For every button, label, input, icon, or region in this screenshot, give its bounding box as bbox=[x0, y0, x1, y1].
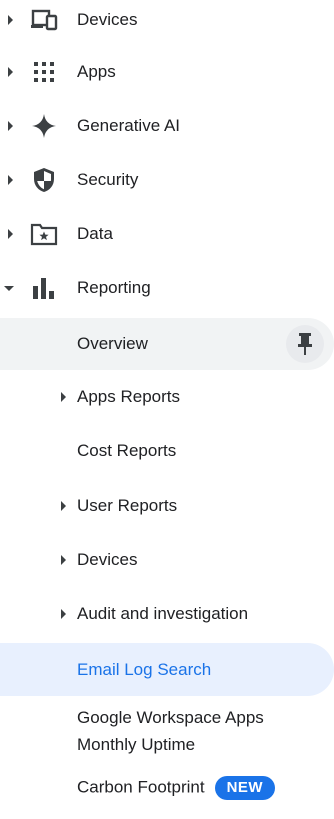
sparkle-icon bbox=[28, 110, 60, 142]
sub-item-audit-and-investigation[interactable]: Audit and investigation bbox=[0, 590, 334, 638]
admin-sidebar-nav: Devices Apps Generative AI Security Data… bbox=[0, 0, 334, 819]
apps-grid-icon bbox=[28, 56, 60, 88]
sub-item-label: Audit and investigation bbox=[77, 604, 249, 623]
nav-item-label: Generative AI bbox=[77, 116, 181, 135]
nav-item-label: Data bbox=[77, 224, 113, 243]
sub-item-label: User Reports bbox=[77, 496, 178, 515]
nav-item-label: Devices bbox=[77, 10, 138, 29]
nav-item-data[interactable]: Data bbox=[0, 214, 334, 254]
nav-item-reporting[interactable]: Reporting bbox=[0, 268, 334, 308]
new-badge: NEW bbox=[214, 776, 276, 800]
sub-item-overview[interactable]: Overview bbox=[0, 318, 334, 370]
nav-item-generative-ai[interactable]: Generative AI bbox=[0, 106, 334, 146]
expand-caret-icon[interactable] bbox=[57, 553, 69, 567]
expand-caret-icon[interactable] bbox=[4, 65, 16, 79]
collapse-caret-icon[interactable] bbox=[3, 281, 15, 295]
sub-item-label: Devices bbox=[77, 550, 138, 569]
expand-caret-icon[interactable] bbox=[57, 607, 69, 621]
pin-icon[interactable] bbox=[286, 325, 324, 363]
sub-item-cost-reports[interactable]: Cost Reports bbox=[0, 427, 334, 475]
nav-item-apps[interactable]: Apps bbox=[0, 52, 334, 92]
sub-item-label: Google Workspace Apps Monthly Uptime bbox=[77, 708, 264, 754]
devices-icon bbox=[28, 4, 60, 36]
sub-item-carbon-footprint[interactable]: Carbon Footprint NEW bbox=[0, 764, 334, 812]
sub-item-email-log-search[interactable]: Email Log Search bbox=[0, 643, 334, 696]
folder-star-icon bbox=[28, 218, 60, 250]
bar-chart-icon bbox=[28, 272, 60, 304]
sub-item-label: Apps Reports bbox=[77, 387, 180, 406]
nav-item-label: Apps bbox=[77, 62, 116, 81]
expand-caret-icon[interactable] bbox=[4, 227, 16, 241]
expand-caret-icon[interactable] bbox=[57, 390, 69, 404]
shield-icon bbox=[28, 164, 60, 196]
expand-caret-icon[interactable] bbox=[57, 499, 69, 513]
nav-item-label: Security bbox=[77, 170, 139, 189]
sub-item-label-wrap: Carbon Footprint NEW bbox=[77, 776, 276, 800]
nav-item-devices[interactable]: Devices bbox=[0, 0, 334, 40]
sub-item-label: Carbon Footprint bbox=[77, 777, 205, 797]
expand-caret-icon[interactable] bbox=[4, 173, 16, 187]
expand-caret-icon[interactable] bbox=[4, 13, 16, 27]
expand-caret-icon[interactable] bbox=[4, 119, 16, 133]
sub-item-label: Email Log Search bbox=[77, 659, 212, 679]
sub-item-label: Cost Reports bbox=[77, 441, 177, 460]
sub-item-devices[interactable]: Devices bbox=[0, 536, 334, 584]
nav-item-security[interactable]: Security bbox=[0, 160, 334, 200]
sub-item-workspace-monthly-uptime[interactable]: Google Workspace Apps Monthly Uptime bbox=[0, 703, 334, 759]
sub-item-user-reports[interactable]: User Reports bbox=[0, 482, 334, 530]
nav-item-label: Reporting bbox=[77, 278, 151, 297]
sub-item-apps-reports[interactable]: Apps Reports bbox=[0, 373, 334, 421]
sub-item-label: Overview bbox=[77, 334, 148, 353]
